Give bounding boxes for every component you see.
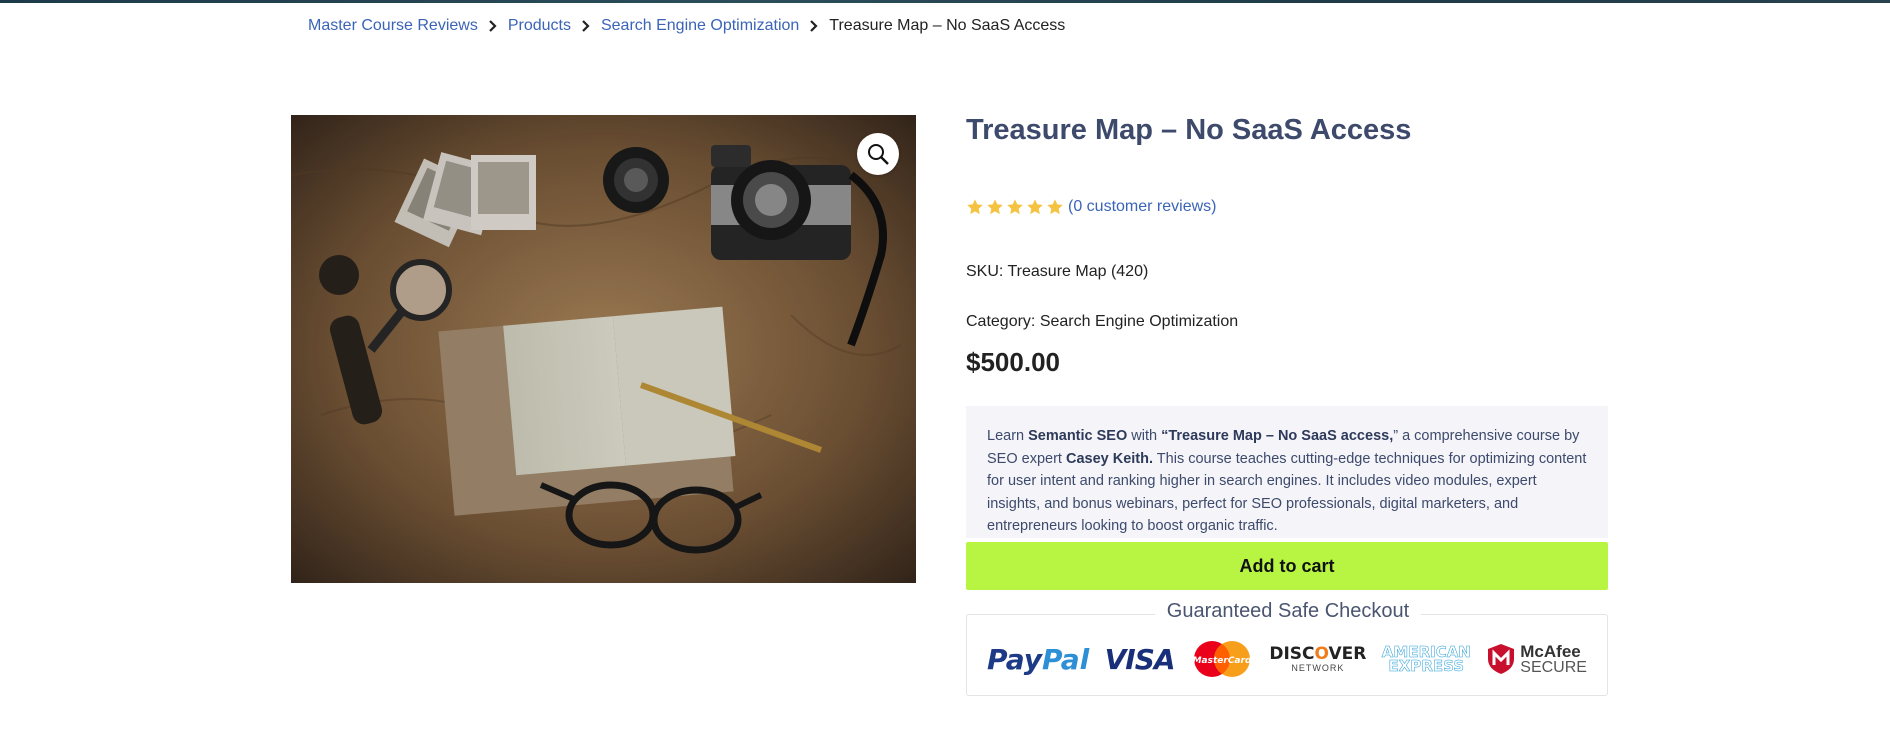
mcafee-shield-icon — [1488, 644, 1515, 674]
description-text: with — [1127, 428, 1162, 444]
discover-logo-network: NETWORK — [1291, 662, 1345, 673]
mcafee-logo: McAfee SECURE — [1486, 643, 1587, 676]
product-price: $500.00 — [966, 347, 1060, 377]
customer-reviews-link[interactable]: (0 customer reviews) — [1068, 198, 1216, 216]
safe-checkout-box: Guaranteed Safe Checkout Pay Pal VISA Mas… — [966, 600, 1608, 696]
star-rating — [966, 198, 1064, 216]
visa-logo: VISA — [1104, 642, 1176, 676]
top-accent-bar — [0, 0, 1890, 3]
payment-logos: Pay Pal VISA MasterCard DISCOVER NETWORK … — [987, 637, 1587, 681]
star-icon — [1007, 199, 1023, 215]
mastercard-logo-text: MasterCard — [1193, 656, 1252, 666]
star-icon — [1047, 199, 1063, 215]
product-category: Category: Search Engine Optimization — [966, 313, 1238, 331]
description-bold: Casey Keith. — [1065, 450, 1154, 467]
american-express-logo: AMERICAN EXPRESS — [1382, 644, 1472, 675]
breadcrumb-link-master-course-reviews[interactable]: Master Course Reviews — [308, 17, 478, 35]
star-icon — [1027, 199, 1043, 215]
product-title: Treasure Map – No SaaS Access — [966, 114, 1412, 146]
discover-logo: DISCOVER NETWORK — [1269, 643, 1367, 673]
category-label: Category: — [966, 313, 1036, 330]
product-sku: SKU: Treasure Map (420) — [966, 263, 1148, 281]
category-value[interactable]: Search Engine Optimization — [1040, 313, 1238, 330]
product-image[interactable] — [291, 115, 916, 583]
product-photo — [291, 115, 916, 583]
product-summary: Treasure Map – No SaaS Access — [966, 112, 1608, 148]
chevron-right-icon — [478, 17, 508, 35]
product-description: Learn Semantic SEO with “Treasure Map – … — [966, 406, 1608, 538]
sku-label: SKU: — [966, 263, 1004, 280]
breadcrumb-link-seo[interactable]: Search Engine Optimization — [601, 17, 799, 35]
description-bold: “Treasure Map – No SaaS access, — [1161, 428, 1394, 444]
discover-logo-o: O — [1314, 643, 1329, 664]
add-to-cart-button[interactable]: Add to cart — [966, 542, 1608, 590]
discover-logo-text-2: VER — [1328, 643, 1367, 664]
mcafee-logo-text-1: McAfee — [1520, 641, 1581, 661]
sku-value: Treasure Map (420) — [1007, 263, 1149, 280]
discover-logo-text-1: DISC — [1269, 643, 1315, 664]
chevron-right-icon — [571, 17, 601, 35]
paypal-logo-text-2: Pal — [1042, 642, 1090, 676]
chevron-right-icon — [799, 17, 829, 35]
image-zoom-button[interactable] — [857, 133, 899, 175]
breadcrumb-current: Treasure Map – No SaaS Access — [829, 17, 1066, 34]
star-icon — [987, 199, 1003, 215]
star-icon — [967, 199, 983, 215]
amex-logo-text-2: EXPRESS — [1388, 657, 1465, 675]
breadcrumb-link-products[interactable]: Products — [508, 17, 571, 35]
magnifier-icon — [868, 144, 889, 165]
mastercard-logo: MasterCard — [1190, 639, 1254, 679]
description-text: Learn — [987, 428, 1029, 444]
breadcrumb: Master Course Reviews Products Search En… — [308, 17, 1065, 35]
mastercard-icon: MasterCard — [1193, 641, 1252, 677]
paypal-logo: Pay Pal — [987, 643, 1089, 676]
safe-checkout-heading: Guaranteed Safe Checkout — [967, 600, 1609, 623]
paypal-logo-text-1: Pay — [987, 642, 1043, 676]
mcafee-logo-text-2: SECURE — [1520, 658, 1587, 676]
product-rating: (0 customer reviews) — [966, 198, 1216, 216]
description-bold: Semantic SEO — [1028, 428, 1128, 444]
safe-checkout-title: Guaranteed Safe Checkout — [1154, 600, 1422, 622]
